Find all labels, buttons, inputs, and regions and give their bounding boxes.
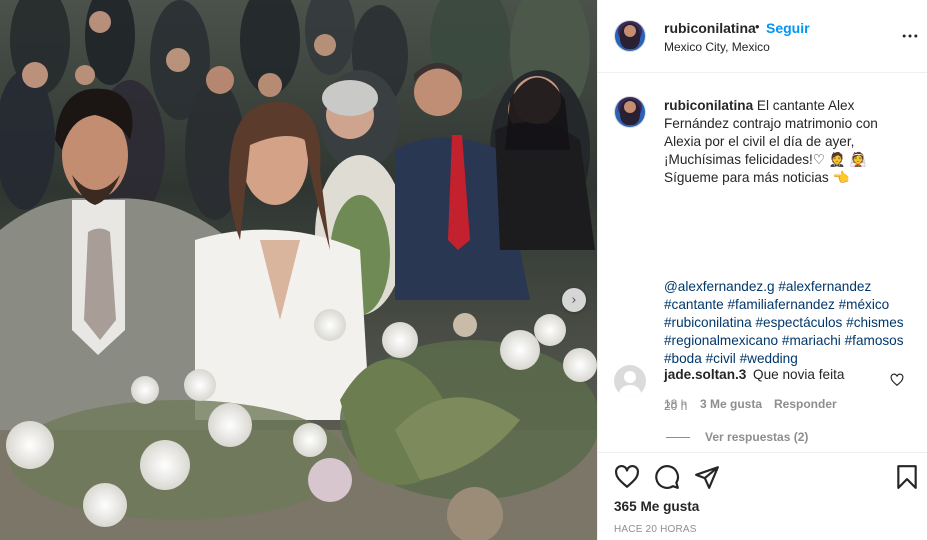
caption-username[interactable]: rubiconilatina — [664, 98, 753, 113]
author-username[interactable]: rubiconilatina — [664, 20, 756, 36]
follow-button[interactable]: Seguir — [766, 20, 810, 36]
view-replies-button[interactable]: Ver respuestas (2) — [705, 430, 808, 444]
comment-text: Que novia feita — [753, 367, 845, 382]
comment-meta: 18 h 3 Me gusta Responder — [664, 397, 837, 411]
more-options-icon[interactable] — [900, 26, 920, 46]
posted-timestamp[interactable]: HACE 20 HORAS — [614, 524, 697, 535]
caption-avatar[interactable] — [614, 96, 646, 128]
pointing-emoji: 👈 — [832, 170, 850, 185]
groom-emoji: 🤵 — [828, 152, 846, 167]
hashtag-link[interactable]: #chismes — [846, 315, 903, 330]
likes-count[interactable]: 365 Me gusta — [614, 499, 699, 514]
chevron-right-icon: › — [571, 292, 577, 308]
hashtag-link[interactable]: #cantante — [664, 297, 724, 312]
hashtag-link[interactable]: #rubiconilatina — [664, 315, 752, 330]
replies-divider — [666, 437, 690, 438]
hashtag-link[interactable]: #mariachi — [782, 333, 841, 348]
hashtag-link[interactable]: #familiafernandez — [728, 297, 835, 312]
comment-item: jade.soltan.3 Que novia feita 18 h 3 Me … — [598, 360, 927, 450]
caption-text: rubiconilatina El cantante Alex Fernánde… — [664, 97, 914, 187]
comment-timestamp[interactable]: 18 h — [664, 397, 687, 411]
hashtag-link[interactable]: #espectáculos — [755, 315, 842, 330]
hashtag-link[interactable]: #alexfernandez — [778, 279, 871, 294]
comment-likes[interactable]: 3 Me gusta — [700, 397, 762, 411]
bookmark-icon[interactable] — [894, 464, 920, 490]
caption-follow-line: Sígueme para más noticias — [664, 170, 829, 185]
post-photo[interactable]: › — [0, 0, 597, 540]
post-location[interactable]: Mexico City, Mexico — [664, 40, 770, 54]
post-side-panel: rubiconilatina • Seguir Mexico City, Mex… — [597, 0, 927, 540]
wedding-photo-illustration — [0, 0, 597, 540]
author-avatar[interactable] — [614, 20, 646, 52]
separator-dot: • — [755, 19, 760, 34]
hashtag-link[interactable]: @alexfernandez.g — [664, 279, 775, 294]
hashtag-link[interactable]: #famosos — [845, 333, 904, 348]
hashtag-link[interactable]: #regionalmexicano — [664, 333, 778, 348]
heart-emoji: ♡ — [812, 152, 826, 167]
comment-heart-icon[interactable] — [890, 373, 904, 387]
commenter-avatar[interactable] — [614, 365, 646, 397]
paper-plane-icon[interactable] — [694, 464, 720, 490]
post-header: rubiconilatina • Seguir Mexico City, Mex… — [598, 0, 927, 73]
comment-bubble-icon[interactable] — [654, 464, 680, 490]
next-photo-button[interactable]: › — [562, 288, 586, 312]
post-actions: 365 Me gusta HACE 20 HORAS — [598, 452, 927, 540]
bride-emoji: 👰 — [849, 152, 867, 167]
hashtag-link[interactable]: #méxico — [839, 297, 890, 312]
commenter-username[interactable]: jade.soltan.3 — [664, 367, 746, 382]
hashtag-list: @alexfernandez.g #alexfernandez #cantant… — [664, 278, 914, 368]
reply-button[interactable]: Responder — [774, 397, 837, 411]
heart-icon[interactable] — [614, 464, 640, 490]
